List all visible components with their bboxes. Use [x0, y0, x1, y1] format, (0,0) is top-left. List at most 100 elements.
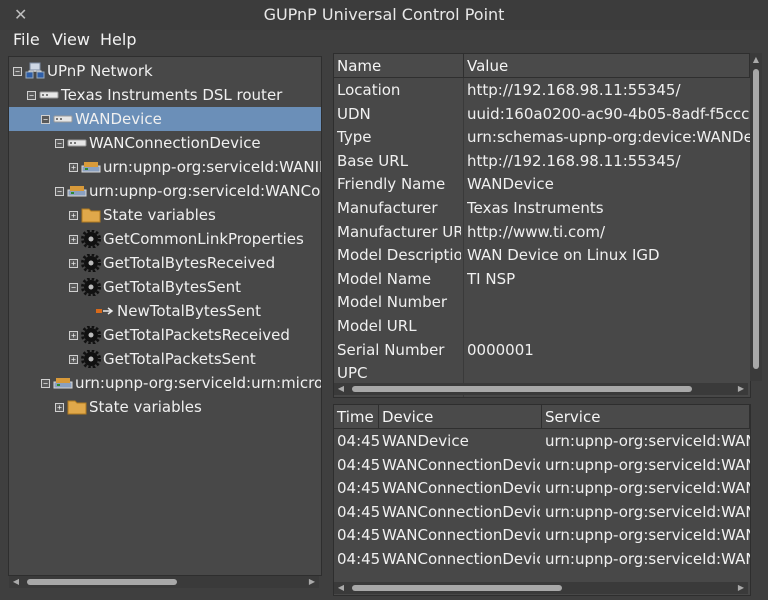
property-value[interactable] — [467, 361, 750, 385]
device-tree[interactable]: − UPnP Network − Texas Instruments DSL rout… — [8, 56, 322, 576]
property-name: UDN — [337, 104, 371, 123]
menu-view[interactable]: View — [52, 30, 90, 50]
tree-row[interactable]: − WANDevice — [9, 107, 321, 131]
event-time[interactable]: 04:45 — [337, 429, 379, 453]
collapse-icon[interactable]: − — [69, 283, 78, 292]
property-value[interactable] — [467, 290, 750, 314]
scroll-left-icon[interactable]: ◀ — [11, 576, 21, 588]
tree-row[interactable]: + GetTotalPacketsSent — [9, 347, 321, 371]
event-time[interactable]: 04:45 — [337, 523, 379, 547]
column-header-service[interactable]: Service — [542, 405, 750, 429]
scroll-up-icon[interactable]: ▲ — [750, 55, 762, 65]
collapse-icon[interactable]: − — [55, 187, 64, 196]
column-header-value[interactable]: Value — [464, 54, 750, 78]
tree-row[interactable]: − WANConnectionDevice — [9, 131, 321, 155]
tree-row[interactable]: − GetTotalBytesSent — [9, 275, 321, 299]
tree-row-label: WANDevice — [75, 110, 162, 128]
scrollbar-thumb[interactable] — [27, 579, 177, 585]
event-device[interactable]: WANDevice — [382, 429, 540, 453]
property-name: Serial Number — [337, 340, 445, 359]
property-value[interactable]: http://192.168.98.11:55345/ — [467, 78, 750, 102]
expand-icon[interactable]: + — [69, 259, 78, 268]
scroll-left-icon[interactable]: ◀ — [336, 582, 346, 594]
property-name: Model URL — [337, 317, 417, 335]
tree-row-label: GetTotalPacketsSent — [103, 350, 256, 368]
property-value[interactable]: TI NSP — [467, 267, 750, 291]
tree-row[interactable]: + State variables — [9, 395, 321, 419]
event-time[interactable]: 04:45 — [337, 476, 379, 500]
column-header-name[interactable]: Name — [334, 54, 464, 78]
event-device[interactable]: WANConnectionDevice — [382, 523, 540, 547]
tree-row[interactable]: + GetTotalPacketsReceived — [9, 323, 321, 347]
close-icon[interactable]: ✕ — [14, 6, 27, 24]
property-value[interactable] — [467, 314, 750, 338]
properties-horizontal-scrollbar[interactable]: ◀ ▶ — [334, 383, 748, 395]
property-value[interactable]: WANDevice — [467, 172, 750, 196]
property-value[interactable]: uuid:160a0200-ac90-4b05-8adf-f5ccc5a5e — [467, 102, 750, 126]
tree-row[interactable]: − urn:upnp-org:serviceId:WANCommonIFC1 — [9, 179, 321, 203]
service-icon — [53, 374, 73, 392]
gear-icon — [81, 325, 101, 345]
collapse-icon[interactable]: − — [41, 115, 50, 124]
scrollbar-thumb[interactable] — [352, 585, 562, 591]
event-service[interactable]: urn:upnp-org:serviceId:WANIPConn1 — [545, 523, 750, 547]
expand-icon[interactable]: + — [69, 211, 78, 220]
column-header-time[interactable]: Time — [334, 405, 379, 429]
tree-row[interactable]: + GetCommonLinkProperties — [9, 227, 321, 251]
events-horizontal-scrollbar[interactable]: ◀ ▶ — [334, 582, 748, 594]
event-service[interactable]: urn:upnp-org:serviceId:WANCommonIFC1 — [545, 429, 750, 453]
router-icon — [39, 86, 59, 104]
title-bar: ✕ GUPnP Universal Control Point — [0, 0, 768, 30]
expand-icon[interactable]: + — [69, 331, 78, 340]
scroll-right-icon[interactable]: ▶ — [307, 576, 317, 588]
scroll-left-icon[interactable]: ◀ — [336, 383, 346, 395]
tree-row[interactable]: − urn:upnp-org:serviceId:urn:microsoft-co… — [9, 371, 321, 395]
property-value[interactable]: http://www.ti.com/ — [467, 220, 750, 244]
scrollbar-thumb[interactable] — [352, 386, 692, 392]
expand-icon[interactable]: + — [55, 403, 64, 412]
collapse-icon[interactable]: − — [27, 91, 36, 100]
collapse-icon[interactable]: − — [41, 379, 50, 388]
event-device[interactable]: WANConnectionDevice — [382, 547, 540, 571]
tree-row-label: GetTotalPacketsReceived — [103, 326, 290, 344]
property-value[interactable]: 0000001 — [467, 338, 750, 362]
menu-file[interactable]: File — [13, 30, 40, 50]
tree-row[interactable]: + State variables — [9, 203, 321, 227]
event-time[interactable]: 04:45 — [337, 547, 379, 571]
folder-icon — [81, 206, 101, 224]
event-time[interactable]: 04:45 — [337, 500, 379, 524]
event-service[interactable]: urn:upnp-org:serviceId:WANIPConn1 — [545, 476, 750, 500]
menu-bar: File View Help — [0, 30, 768, 50]
expand-icon[interactable]: + — [69, 235, 78, 244]
column-header-device[interactable]: Device — [379, 405, 542, 429]
menu-help[interactable]: Help — [100, 30, 136, 50]
collapse-icon[interactable]: − — [13, 67, 22, 76]
event-device[interactable]: WANConnectionDevice — [382, 476, 540, 500]
property-value[interactable]: Texas Instruments — [467, 196, 750, 220]
expand-icon[interactable]: + — [69, 163, 78, 172]
scroll-right-icon[interactable]: ▶ — [736, 582, 746, 594]
property-name: UPC — [337, 364, 368, 383]
event-device[interactable]: WANConnectionDevice — [382, 453, 540, 477]
event-service[interactable]: urn:upnp-org:serviceId:WANIPConn1 — [545, 500, 750, 524]
property-value[interactable]: WAN Device on Linux IGD — [467, 243, 750, 267]
property-value[interactable]: urn:schemas-upnp-org:device:WANDevice — [467, 125, 750, 149]
scroll-right-icon[interactable]: ▶ — [736, 383, 746, 395]
event-service[interactable]: urn:upnp-org:serviceId:WANIPConn1 — [545, 453, 750, 477]
scrollbar-thumb[interactable] — [753, 69, 759, 369]
properties-vertical-scrollbar[interactable]: ▲ — [750, 53, 762, 381]
property-value[interactable]: http://192.168.98.11:55345/ — [467, 149, 750, 173]
collapse-icon[interactable]: − — [55, 139, 64, 148]
tree-row-label: UPnP Network — [47, 62, 153, 80]
tree-row[interactable]: NewTotalBytesSent — [9, 299, 321, 323]
event-device[interactable]: WANConnectionDevice — [382, 500, 540, 524]
event-service[interactable]: urn:upnp-org:serviceId:WANIPConn1 — [545, 547, 750, 571]
property-name: Manufacturer — [337, 199, 438, 217]
event-time[interactable]: 04:45 — [337, 453, 379, 477]
expand-icon[interactable]: + — [69, 355, 78, 364]
tree-row[interactable]: − UPnP Network — [9, 59, 321, 83]
tree-horizontal-scrollbar[interactable]: ◀ ▶ — [9, 576, 319, 588]
tree-row[interactable]: − Texas Instruments DSL router — [9, 83, 321, 107]
tree-row[interactable]: + urn:upnp-org:serviceId:WANIPConn1 — [9, 155, 321, 179]
tree-row[interactable]: + GetTotalBytesReceived — [9, 251, 321, 275]
